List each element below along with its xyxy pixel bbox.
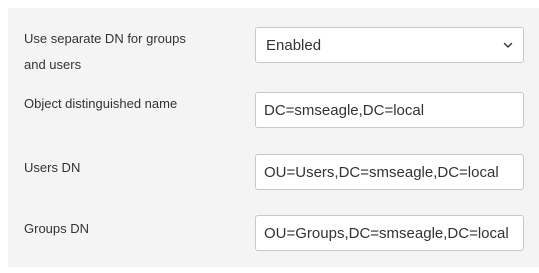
users-dn-label: Users DN <box>24 160 81 175</box>
groups-dn-label: Groups DN <box>24 221 90 236</box>
separate-dn-label: Use separate DN for groups and users <box>24 28 186 76</box>
separate-dn-selected-value: Enabled <box>266 36 322 54</box>
groups-dn-input[interactable] <box>255 215 524 251</box>
separate-dn-select[interactable]: Enabled <box>255 27 524 63</box>
ldap-settings-panel: Use separate DN for groups and users Ena… <box>8 8 539 267</box>
chevron-down-icon <box>503 37 513 54</box>
separate-dn-label-line1: Use separate DN for groups <box>24 31 186 46</box>
page: Use separate DN for groups and users Ena… <box>0 0 539 273</box>
users-dn-input[interactable] <box>255 154 524 190</box>
object-dn-input[interactable] <box>255 92 524 128</box>
object-dn-label: Object distinguished name <box>24 96 178 111</box>
separate-dn-label-line2: and users <box>24 57 82 72</box>
